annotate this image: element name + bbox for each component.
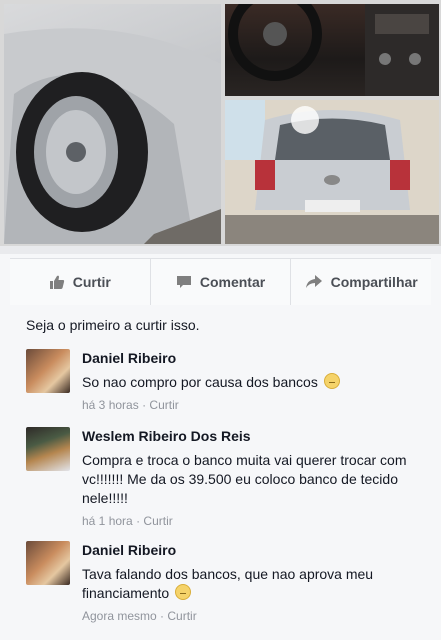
comment-button[interactable]: Comentar bbox=[151, 259, 292, 305]
comment-author[interactable]: Daniel Ribeiro bbox=[82, 349, 412, 367]
disappointed-emoji-icon bbox=[175, 584, 192, 600]
avatar[interactable] bbox=[26, 541, 70, 585]
comment-text-content: Tava falando dos bancos, que nao aprova … bbox=[82, 566, 374, 601]
comment-text-content: So nao compro por causa dos bancos bbox=[82, 374, 318, 390]
photo-car-wheel[interactable] bbox=[4, 4, 221, 244]
meta-separator: · bbox=[160, 609, 165, 623]
avatar[interactable] bbox=[26, 349, 70, 393]
share-button[interactable]: Compartilhar bbox=[291, 259, 431, 305]
share-button-label: Compartilhar bbox=[330, 274, 418, 290]
meta-separator: · bbox=[136, 514, 141, 528]
photo-divider bbox=[0, 246, 441, 254]
facebook-post: Curtir Comentar Compartilhar Seja o prim… bbox=[0, 0, 441, 640]
photo-car-interior[interactable] bbox=[225, 4, 439, 96]
photo-collage bbox=[0, 0, 441, 250]
comment-body: Daniel Ribeiro So nao compro por causa d… bbox=[82, 349, 412, 412]
comment-text: So nao compro por causa dos bancos bbox=[82, 373, 412, 392]
comment-meta: há 1 hora · Curtir bbox=[82, 514, 412, 528]
comment-meta: há 3 horas · Curtir bbox=[82, 398, 412, 412]
post-action-bar: Curtir Comentar Compartilhar bbox=[10, 258, 431, 306]
likes-summary[interactable]: Seja o primeiro a curtir isso. bbox=[26, 317, 200, 333]
thumbs-up-icon bbox=[49, 275, 64, 289]
comment-body: Weslem Ribeiro Dos Reis Compra e troca o… bbox=[82, 427, 412, 528]
comment-author[interactable]: Weslem Ribeiro Dos Reis bbox=[82, 427, 412, 445]
comment-like-link[interactable]: Curtir bbox=[143, 514, 172, 528]
photo-car-rear[interactable] bbox=[225, 100, 439, 244]
like-button[interactable]: Curtir bbox=[10, 259, 151, 305]
smile-emoji-icon bbox=[323, 373, 340, 389]
comment-author[interactable]: Daniel Ribeiro bbox=[82, 541, 412, 559]
comments-section: Seja o primeiro a curtir isso. Daniel Ri… bbox=[10, 305, 431, 635]
comment-button-label: Comentar bbox=[199, 274, 266, 290]
comment-like-link[interactable]: Curtir bbox=[167, 609, 196, 623]
car-wheel-illustration bbox=[4, 28, 221, 244]
comment-text: Tava falando dos bancos, que nao aprova … bbox=[82, 565, 412, 603]
share-arrow-icon bbox=[305, 275, 322, 288]
comment-timestamp[interactable]: Agora mesmo bbox=[82, 609, 157, 623]
comment-body: Daniel Ribeiro Tava falando dos bancos, … bbox=[82, 541, 412, 623]
meta-separator: · bbox=[142, 398, 147, 412]
comment-bubble-icon bbox=[176, 276, 191, 288]
comment-text: Compra e troca o banco muita vai querer … bbox=[82, 452, 407, 506]
car-rear-illustration bbox=[225, 100, 439, 244]
comment-timestamp[interactable]: há 3 horas bbox=[82, 398, 139, 412]
avatar[interactable] bbox=[26, 427, 70, 471]
comment-meta: Agora mesmo · Curtir bbox=[82, 609, 412, 623]
like-button-label: Curtir bbox=[72, 274, 111, 290]
comment-like-link[interactable]: Curtir bbox=[149, 398, 178, 412]
comment-timestamp[interactable]: há 1 hora bbox=[82, 514, 133, 528]
car-interior-illustration bbox=[228, 4, 439, 96]
